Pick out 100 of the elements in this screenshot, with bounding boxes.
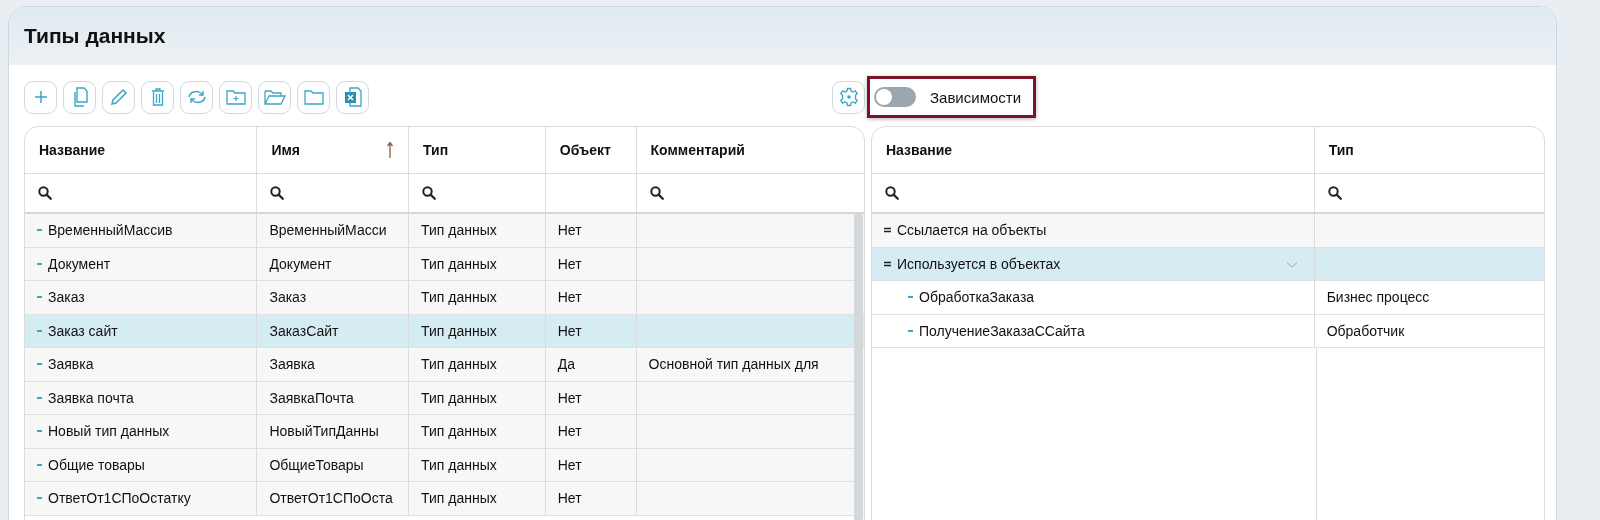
- table-cell: Тип данных: [421, 490, 497, 507]
- folder-open-icon: [263, 89, 286, 105]
- column-header[interactable]: Название: [25, 127, 258, 173]
- table-cell: Новый тип данных: [48, 423, 170, 440]
- leaf-dash-icon: [37, 396, 42, 399]
- settings-button[interactable]: [832, 80, 865, 114]
- table-row[interactable]: Документ Документ Тип данных Нет: [25, 247, 864, 281]
- scrollbar[interactable]: [854, 214, 863, 520]
- table-cell: Да: [557, 356, 576, 373]
- column-header[interactable]: Название: [872, 127, 1315, 173]
- table-row[interactable]: Заявка Заявка Тип данных Да Основной тип данных для: [25, 348, 864, 382]
- add-button[interactable]: [24, 80, 57, 114]
- delete-button[interactable]: [141, 80, 174, 114]
- table-cell: Нет: [557, 222, 582, 239]
- folder-plus-icon: [225, 89, 246, 105]
- table-cell: ОтветОт1СПоОста: [269, 490, 393, 507]
- search-icon: [885, 186, 899, 200]
- table-row[interactable]: Общие товары ОбщиеТовары Тип данных Нет: [25, 448, 864, 482]
- tree-group-label: Используется в объектах: [897, 255, 1061, 272]
- table-cell: Заявка почта: [48, 389, 134, 406]
- table-cell: ОбщиеТовары: [269, 456, 364, 473]
- search-icon: [38, 186, 52, 200]
- column-header[interactable]: Объект: [545, 127, 637, 173]
- table-cell: Нет: [557, 289, 582, 306]
- pencil-icon: [109, 88, 128, 106]
- leaf-dash-icon: [37, 329, 42, 332]
- tree-group-label: Ссылается на объекты: [897, 222, 1047, 239]
- table-cell: Тип данных: [421, 255, 497, 272]
- leaf-dash-icon: [37, 430, 42, 433]
- table-cell: Тип данных: [421, 456, 497, 473]
- plus-icon: [33, 90, 48, 104]
- table-cell: Заявка: [48, 356, 94, 373]
- table-cell: Тип данных: [421, 289, 497, 306]
- table-row[interactable]: ВременныйМассив ВременныйМасси Тип данных Нет: [25, 214, 864, 248]
- column-header[interactable]: Тип: [1314, 127, 1544, 173]
- copy-icon: [71, 87, 88, 107]
- table-cell: Нет: [557, 490, 582, 507]
- table-cell: Тип данных: [421, 389, 497, 406]
- group-icon: [884, 260, 891, 267]
- trash-icon: [150, 88, 165, 106]
- leaf-dash-icon: [37, 296, 42, 299]
- table-cell: ОбработкаЗаказа: [919, 289, 1035, 306]
- column-header[interactable]: Имя: [257, 127, 410, 173]
- tree-group-row[interactable]: Ссылается на объекты: [872, 214, 1544, 248]
- tree-item-row[interactable]: ОбработкаЗаказа Бизнес процесс: [872, 281, 1544, 315]
- tree-group-row[interactable]: Используется в объектах: [872, 247, 1544, 281]
- table-cell: Бизнес процесс: [1326, 289, 1430, 306]
- leaf-dash-icon: [908, 296, 913, 299]
- search-icon: [1327, 186, 1342, 200]
- column-header[interactable]: Тип: [409, 127, 546, 173]
- refresh-button[interactable]: [180, 80, 213, 114]
- table-row[interactable]: Заказ сайт ЗаказСайт Тип данных Нет: [25, 314, 864, 348]
- folder-icon: [303, 89, 324, 105]
- leaf-dash-icon: [908, 329, 913, 332]
- table-cell: НовыйТипДанны: [269, 423, 379, 440]
- table-cell: Заявка: [269, 356, 315, 373]
- refresh-icon: [185, 89, 208, 105]
- group-icon: [884, 227, 891, 234]
- settings-icon: [838, 87, 859, 107]
- table-cell: Заказ: [269, 289, 307, 306]
- table-row[interactable]: Заявка почта ЗаявкаПочта Тип данных Нет: [25, 381, 864, 415]
- table-cell: Нет: [557, 322, 582, 339]
- folder-button[interactable]: [297, 80, 330, 114]
- page-title: Типы данных: [24, 24, 166, 48]
- search-icon: [270, 186, 285, 200]
- open-folder-button[interactable]: [258, 80, 291, 114]
- table-cell: Основной тип данных для: [648, 356, 819, 373]
- table-cell: Тип данных: [421, 322, 497, 339]
- toggle-label: Зависимости: [930, 88, 1022, 106]
- table-cell: Нет: [557, 456, 582, 473]
- table-cell: Обработчик: [1326, 322, 1405, 339]
- table-cell: ПолучениеЗаказаССайта: [919, 322, 1085, 339]
- edit-button[interactable]: [102, 80, 135, 114]
- table-cell: ВременныйМассив: [48, 222, 173, 239]
- table-row[interactable]: Новый тип данных НовыйТипДанны Тип данных Нет: [25, 415, 864, 449]
- leaf-dash-icon: [37, 463, 42, 466]
- table-cell: Тип данных: [421, 222, 497, 239]
- table-cell: Общие товары: [48, 456, 145, 473]
- table-row[interactable]: ОтветОт1СПоОстатку ОтветОт1СПоОста Тип данных Нет: [25, 482, 864, 516]
- tree-item-row[interactable]: ПолучениеЗаказаССайта Обработчик: [872, 314, 1544, 348]
- table-cell: ЗаказСайт: [269, 322, 339, 339]
- table-cell: Заказ: [48, 289, 85, 306]
- table-cell: Тип данных: [421, 356, 497, 373]
- chevron-down-icon[interactable]: [1285, 260, 1298, 269]
- table-cell: ЗаявкаПочта: [269, 389, 354, 406]
- table-row[interactable]: Заказ Заказ Тип данных Нет: [25, 281, 864, 315]
- leaf-dash-icon: [37, 229, 42, 232]
- copy-button[interactable]: [63, 80, 96, 114]
- column-header[interactable]: Комментарий: [636, 127, 864, 173]
- table-cell: ВременныйМасси: [269, 222, 387, 239]
- leaf-dash-icon: [37, 363, 42, 366]
- excel-export-button[interactable]: [336, 80, 369, 114]
- toggle-switch[interactable]: [874, 87, 916, 107]
- table-cell: Тип данных: [421, 423, 497, 440]
- table-cell: Нет: [557, 255, 582, 272]
- search-icon: [422, 186, 437, 200]
- spreadsheet-icon: [343, 87, 362, 107]
- table-cell: Документ: [269, 255, 332, 272]
- new-folder-button[interactable]: [219, 80, 252, 114]
- leaf-dash-icon: [37, 262, 42, 265]
